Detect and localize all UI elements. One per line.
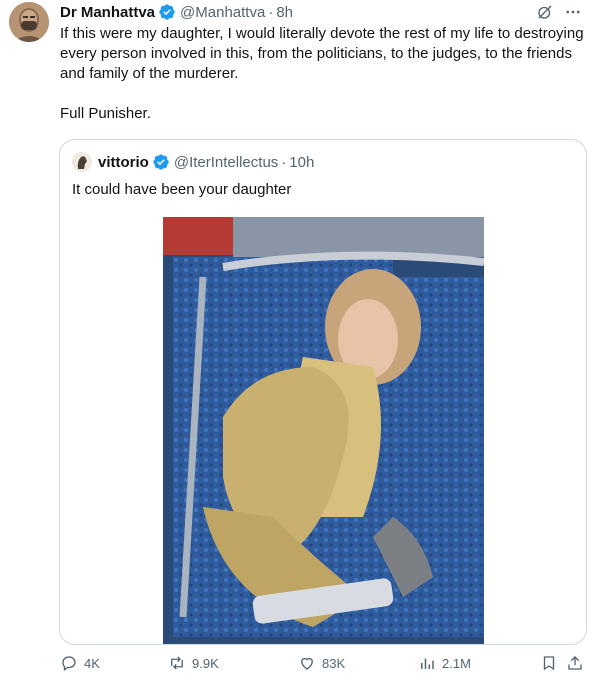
tweet-text-paragraph: If this were my daughter, I would litera… [60,25,584,82]
quoted-author-avatar [72,152,92,172]
repost-count: 9.9K [192,655,219,671]
like-count: 83K [322,655,346,671]
more-icon[interactable] [564,3,582,21]
grok-icon[interactable] [536,3,554,21]
separator: · [281,153,287,171]
repost-button[interactable]: 9.9K [168,654,219,672]
repost-icon [171,656,183,670]
share-icon [568,656,582,670]
reply-count: 4K [84,655,100,671]
share-button[interactable] [566,654,584,672]
quoted-tweet[interactable]: vittorio @IterIntellectus · 10h It could… [59,139,587,645]
views-icon [421,658,434,669]
quoted-tweet-header: vittorio @IterIntellectus · 10h [72,152,314,172]
top-icons [536,3,582,21]
action-bar: 4K 9.9K 83K 2.1M [60,654,588,674]
quoted-timestamp[interactable]: 10h [289,154,314,171]
reply-icon [62,656,76,672]
bookmark-button[interactable] [540,654,558,672]
tweet-text: If this were my daughter, I would litera… [60,24,588,124]
bookmark-icon [543,656,555,671]
author-handle[interactable]: @Manhattva [180,4,265,21]
author-name[interactable]: Dr Manhattva [60,4,155,21]
timestamp[interactable]: 8h [276,4,293,21]
author-avatar[interactable] [9,2,49,42]
view-count: 2.1M [442,655,471,671]
tweet: Dr Manhattva @Manhattva · 8h If this wer… [0,0,594,680]
tweet-header: Dr Manhattva @Manhattva · 8h [60,2,293,22]
reply-button[interactable]: 4K [60,654,100,672]
verified-badge-icon [158,3,176,21]
quoted-tweet-text: It could have been your daughter [72,181,292,198]
like-icon [301,657,313,670]
like-button[interactable]: 83K [298,654,345,672]
views-button[interactable]: 2.1M [418,654,471,672]
separator: · [268,3,274,21]
tweet-text-paragraph: Full Punisher. [60,105,151,122]
quoted-author-handle[interactable]: @IterIntellectus [174,154,278,171]
quoted-author-name[interactable]: vittorio [98,154,149,171]
quoted-tweet-media[interactable] [163,217,484,644]
verified-badge-icon [152,153,170,171]
